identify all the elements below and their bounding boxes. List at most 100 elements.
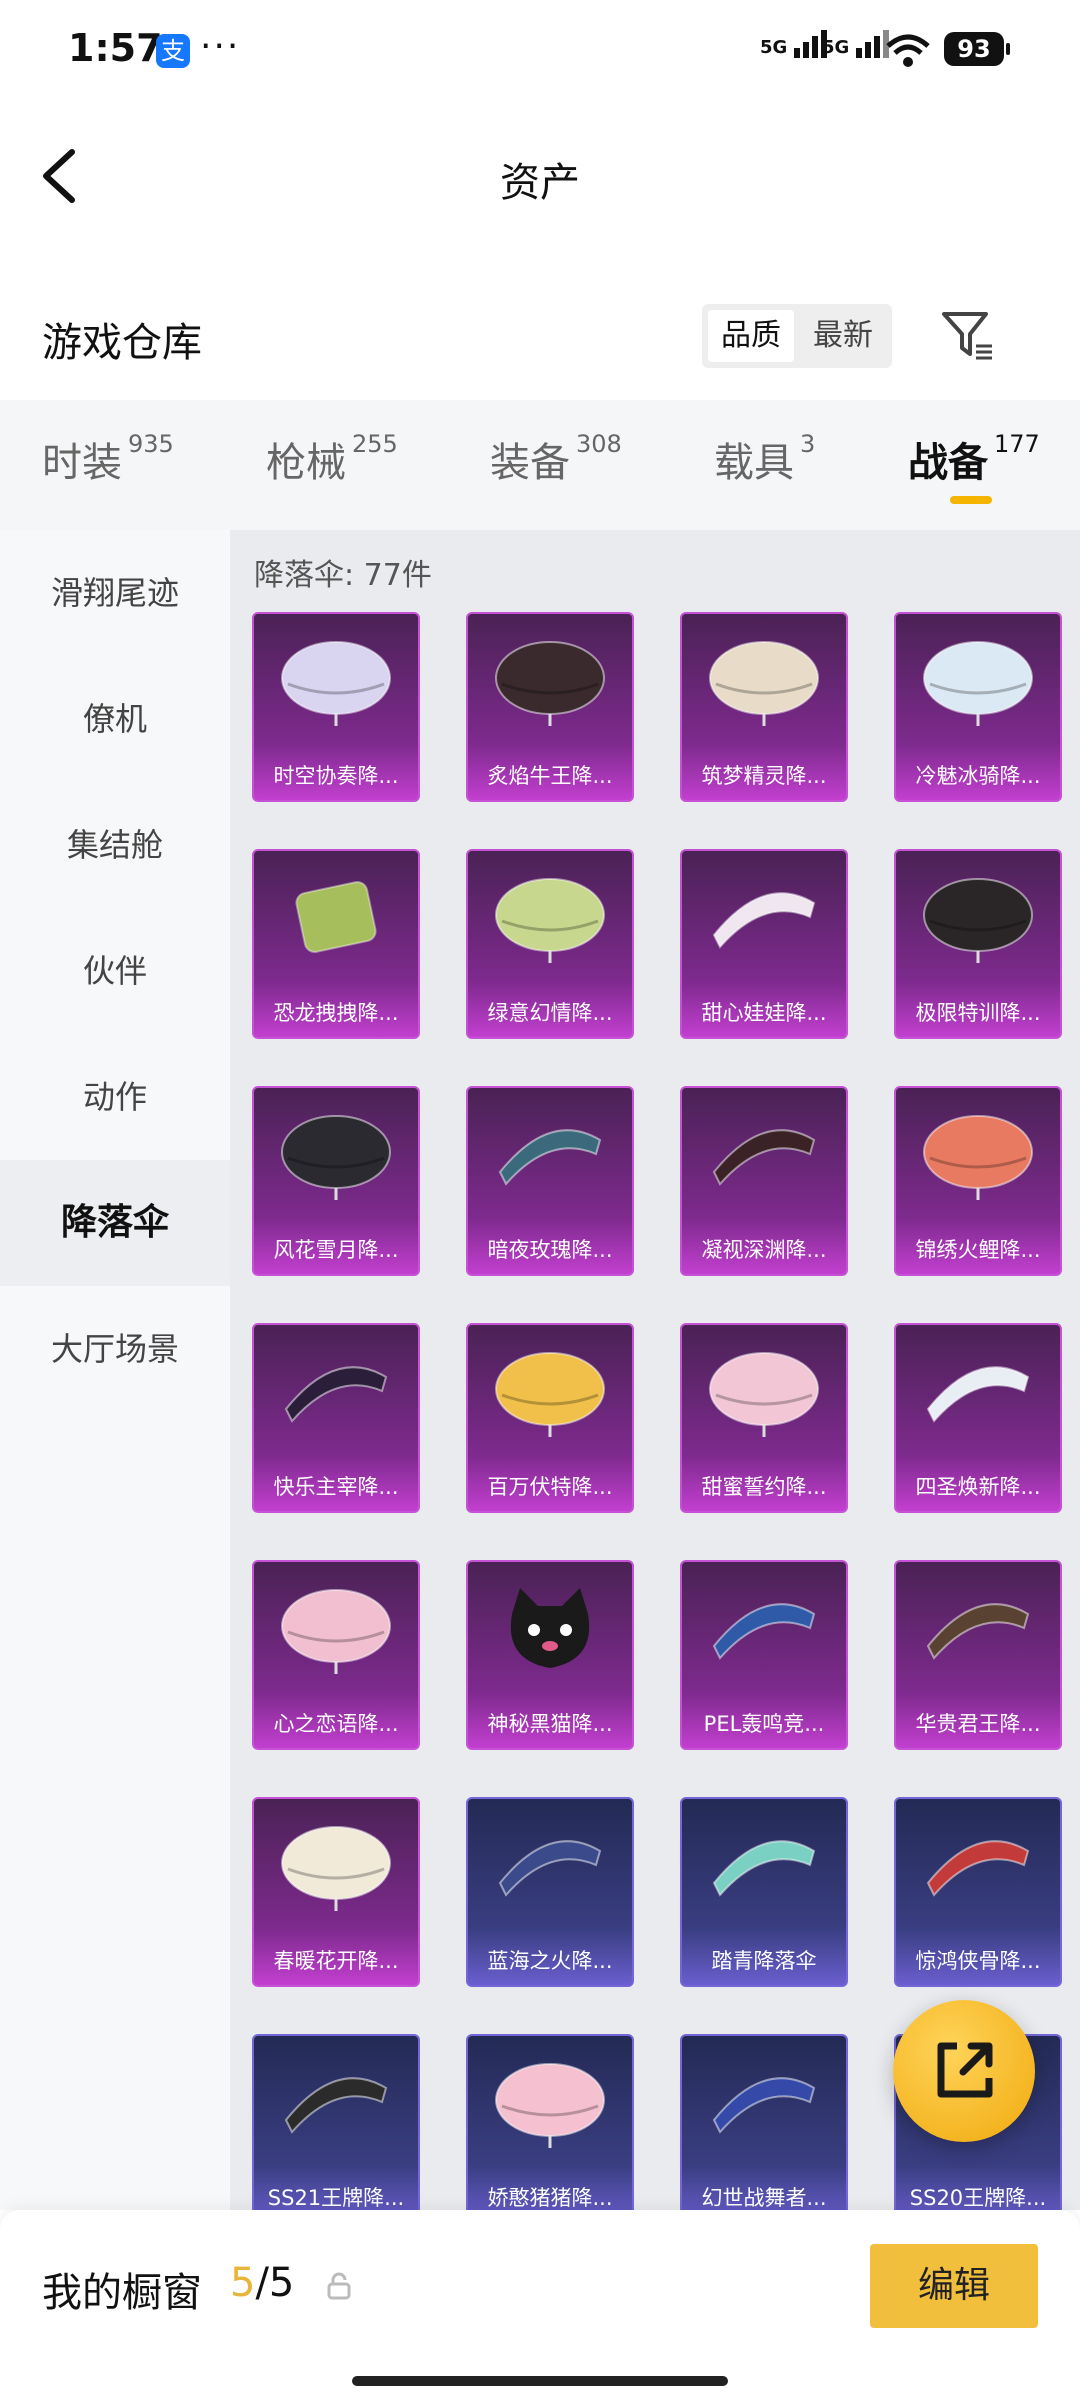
item-name: 蓝海之火降... xyxy=(487,1949,613,1973)
item-name: 娇憨猪猪降... xyxy=(487,2186,613,2210)
parachute-item[interactable]: 极限特训降... xyxy=(894,849,1062,1039)
parachute-item[interactable]: 恐龙拽拽降... xyxy=(252,849,420,1039)
item-name: 幻世战舞者... xyxy=(701,2186,827,2210)
share-icon xyxy=(937,2042,993,2098)
parachute-canopy-icon xyxy=(923,641,1033,726)
sidebar-item-lobby-scene[interactable]: 大厅场景 xyxy=(0,1286,230,1412)
tab-tactical-gear[interactable]: 战备 177 xyxy=(908,430,1040,488)
parachute-item[interactable]: 踏青降落伞 xyxy=(680,1797,848,1987)
parachute-item[interactable]: 华贵君王降... xyxy=(894,1560,1062,1750)
parachute-wing-icon xyxy=(498,1129,602,1186)
parachute-wing-icon xyxy=(712,1129,816,1186)
parachute-wing-icon xyxy=(926,1366,1030,1423)
tab-count: 308 xyxy=(576,430,622,458)
parachute-canopy-icon xyxy=(495,641,605,726)
sidebar: 滑翔尾迹 僚机 集结舱 伙伴 动作 降落伞 大厅场景 xyxy=(0,530,230,2210)
home-indicator xyxy=(352,2376,728,2386)
item-name: 神秘黑猫降... xyxy=(487,1712,613,1736)
battery-indicator: 93 xyxy=(944,32,1010,66)
parachute-canopy-icon xyxy=(709,1352,819,1437)
item-name: PEL轰鸣竞... xyxy=(703,1712,825,1736)
parachute-item[interactable]: SS21王牌降... xyxy=(252,2034,420,2210)
parachute-canopy-icon xyxy=(495,2063,605,2148)
item-name: 凝视深渊降... xyxy=(701,1238,827,1262)
parachute-item[interactable]: 百万伏特降... xyxy=(466,1323,634,1513)
tab-count: 255 xyxy=(352,430,398,458)
item-name: 四圣焕新降... xyxy=(915,1475,1041,1499)
sidebar-item-emote[interactable]: 动作 xyxy=(0,1034,230,1160)
parachute-cat-icon xyxy=(510,1588,590,1668)
item-name: 快乐主宰降... xyxy=(273,1475,399,1499)
showcase-count: 5/5 xyxy=(230,2260,294,2306)
parachute-item[interactable]: 甜心娃娃降... xyxy=(680,849,848,1039)
item-name: 时空协奏降... xyxy=(273,764,399,788)
more-notifications-icon: ··· xyxy=(200,26,241,67)
sort-newest-button[interactable]: 最新 xyxy=(800,310,886,362)
parachute-item[interactable]: 风花雪月降... xyxy=(252,1086,420,1276)
parachute-item[interactable]: 心之恋语降... xyxy=(252,1560,420,1750)
parachute-item[interactable]: 春暖花开降... xyxy=(252,1797,420,1987)
signal-label: 5G xyxy=(760,37,788,58)
tab-weapons[interactable]: 枪械 255 xyxy=(266,430,398,488)
sidebar-item-parachute[interactable]: 降落伞 xyxy=(0,1160,230,1286)
item-name: 绿意幻情降... xyxy=(487,1001,613,1025)
share-button[interactable] xyxy=(893,2000,1035,2142)
parachute-wing-icon xyxy=(284,2077,388,2134)
parachute-item[interactable]: 四圣焕新降... xyxy=(894,1323,1062,1513)
tab-label: 时装 xyxy=(42,440,122,486)
parachute-wing-icon xyxy=(712,1603,816,1660)
sidebar-item-wingman[interactable]: 僚机 xyxy=(0,656,230,782)
tab-equipment[interactable]: 装备 308 xyxy=(490,430,622,488)
sidebar-item-companion[interactable]: 伙伴 xyxy=(0,908,230,1034)
parachute-wing-icon xyxy=(712,892,816,949)
showcase-current: 5 xyxy=(230,2260,256,2306)
warehouse-title: 游戏仓库 xyxy=(42,320,202,366)
showcase-bar: 我的橱窗 5/5 编辑 xyxy=(0,2210,1080,2400)
tab-label: 战备 xyxy=(908,440,988,486)
parachute-item[interactable]: 锦绣火鲤降... xyxy=(894,1086,1062,1276)
parachute-canopy-icon xyxy=(281,1826,391,1911)
sort-quality-button[interactable]: 品质 xyxy=(708,310,794,362)
parachute-item[interactable]: 炙焰牛王降... xyxy=(466,612,634,802)
sidebar-item-assembly-pod[interactable]: 集结舱 xyxy=(0,782,230,908)
parachute-canopy-icon xyxy=(923,878,1033,963)
parachute-item[interactable]: 蓝海之火降... xyxy=(466,1797,634,1987)
active-tab-indicator xyxy=(950,496,992,504)
tab-count: 3 xyxy=(800,430,816,458)
filter-icon[interactable] xyxy=(940,308,996,364)
parachute-item[interactable]: 筑梦精灵降... xyxy=(680,612,848,802)
parachute-item[interactable]: 幻世战舞者... xyxy=(680,2034,848,2210)
parachute-item[interactable]: 甜蜜誓约降... xyxy=(680,1323,848,1513)
grid-heading: 降落伞: 77件 xyxy=(254,558,432,593)
item-name: 极限特训降... xyxy=(915,1001,1041,1025)
showcase-total: /5 xyxy=(255,2260,295,2306)
parachute-item[interactable]: 时空协奏降... xyxy=(252,612,420,802)
tab-vehicles[interactable]: 载具 3 xyxy=(714,430,815,488)
parachute-item[interactable]: 绿意幻情降... xyxy=(466,849,634,1039)
warehouse-header: 游戏仓库 品质 最新 xyxy=(0,290,1080,390)
item-name: 暗夜玫瑰降... xyxy=(487,1238,613,1262)
parachute-item[interactable]: 娇憨猪猪降... xyxy=(466,2034,634,2210)
status-bar: 1:57 支 ··· 5G 5G 93 xyxy=(0,0,1080,100)
item-name: 风花雪月降... xyxy=(273,1238,399,1262)
parachute-item[interactable]: 凝视深渊降... xyxy=(680,1086,848,1276)
wifi-icon xyxy=(886,34,930,67)
parachute-canopy-icon xyxy=(923,1115,1033,1200)
parachute-item[interactable]: 惊鸿侠骨降... xyxy=(894,1797,1062,1987)
parachute-item[interactable]: 冷魅冰骑降... xyxy=(894,612,1062,802)
parachute-item[interactable]: PEL轰鸣竞... xyxy=(680,1560,848,1750)
parachute-item[interactable]: 快乐主宰降... xyxy=(252,1323,420,1513)
item-name: 华贵君王降... xyxy=(915,1712,1041,1736)
parachute-wing-icon xyxy=(498,1840,602,1897)
parachute-item[interactable]: 神秘黑猫降... xyxy=(466,1560,634,1750)
parachute-item[interactable]: 暗夜玫瑰降... xyxy=(466,1086,634,1276)
sort-toggle: 品质 最新 xyxy=(702,304,892,368)
parachute-wing-icon xyxy=(926,1603,1030,1660)
sidebar-item-glide-trail[interactable]: 滑翔尾迹 xyxy=(0,530,230,656)
edit-button[interactable]: 编辑 xyxy=(870,2244,1038,2328)
parachute-wing-icon xyxy=(926,1840,1030,1897)
status-time: 1:57 xyxy=(68,26,163,70)
tab-outfits[interactable]: 时装 935 xyxy=(42,430,174,488)
item-name: SS21王牌降... xyxy=(267,2186,405,2210)
signal-icon: 5G xyxy=(760,30,830,58)
